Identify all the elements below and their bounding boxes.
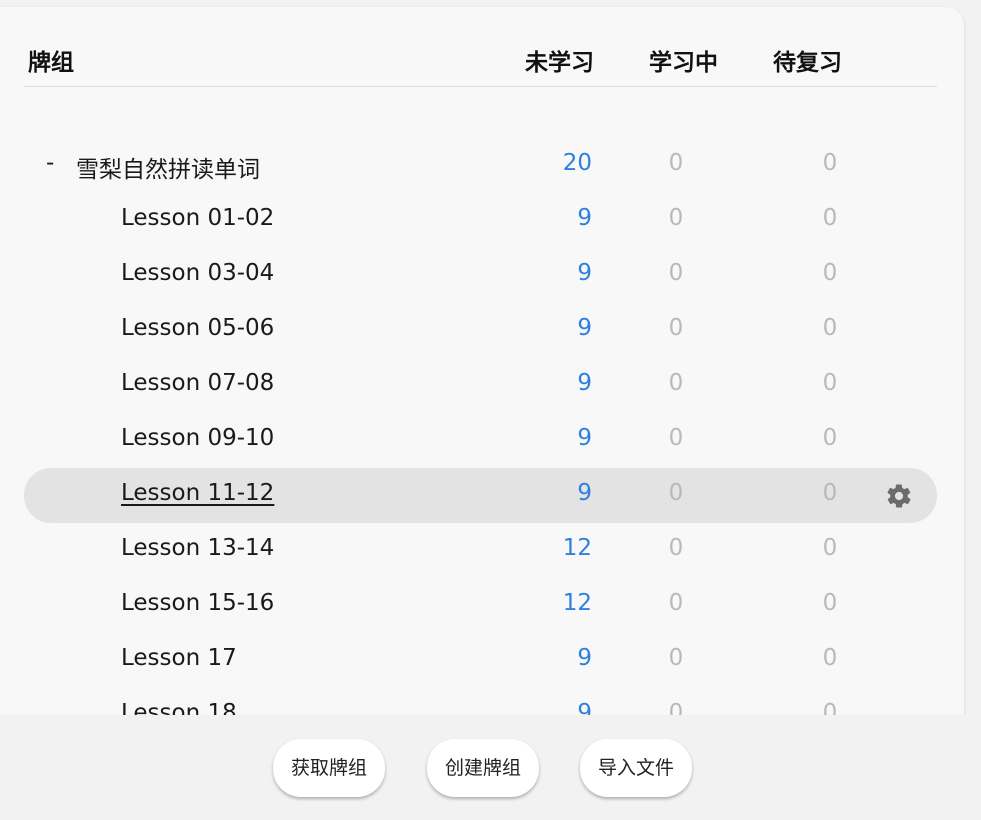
review-count: 0 xyxy=(822,370,838,396)
review-count: 0 xyxy=(822,150,838,176)
deck-row[interactable]: Lesson 03-04 9 0 0 xyxy=(24,248,937,303)
learn-column-header: 学习中 xyxy=(649,50,718,76)
gear-icon[interactable] xyxy=(885,482,913,510)
review-count: 0 xyxy=(822,645,838,671)
deck-column-header: 牌组 xyxy=(28,50,74,76)
new-count: 12 xyxy=(562,590,592,616)
new-count: 9 xyxy=(577,700,592,715)
deck-browser: 牌组 未学习 学习中 待复习 - 雪梨自然拼读单词 20 0 0 Lesson … xyxy=(0,0,981,820)
learn-count: 0 xyxy=(668,315,684,341)
deck-row[interactable]: Lesson 09-10 9 0 0 xyxy=(24,413,937,468)
deck-name[interactable]: Lesson 09-10 xyxy=(121,425,274,451)
new-column-header: 未学习 xyxy=(525,50,594,76)
collapse-toggle[interactable]: - xyxy=(46,150,54,176)
review-column-header: 待复习 xyxy=(773,50,842,76)
learn-count: 0 xyxy=(668,535,684,561)
deck-row[interactable]: Lesson 18 9 0 0 xyxy=(24,688,937,715)
new-count: 9 xyxy=(577,645,592,671)
learn-count: 0 xyxy=(668,645,684,671)
deck-name[interactable]: Lesson 01-02 xyxy=(121,205,274,231)
new-count: 9 xyxy=(577,315,592,341)
deck-name[interactable]: Lesson 13-14 xyxy=(121,535,274,561)
learn-count: 0 xyxy=(668,205,684,231)
import-file-button[interactable]: 导入文件 xyxy=(580,739,693,797)
new-count: 9 xyxy=(577,260,592,286)
deck-name[interactable]: Lesson 03-04 xyxy=(121,260,274,286)
learn-count: 0 xyxy=(668,700,684,715)
learn-count: 0 xyxy=(668,370,684,396)
review-count: 0 xyxy=(822,425,838,451)
review-count: 0 xyxy=(822,315,838,341)
deck-row[interactable]: Lesson 15-16 12 0 0 xyxy=(24,578,937,633)
review-count: 0 xyxy=(822,700,838,715)
deck-row[interactable]: Lesson 01-02 9 0 0 xyxy=(24,193,937,248)
bottom-toolbar: 获取牌组 创建牌组 导入文件 xyxy=(0,715,981,820)
review-count: 0 xyxy=(822,590,838,616)
deck-list-panel: 牌组 未学习 学习中 待复习 - 雪梨自然拼读单词 20 0 0 Lesson … xyxy=(0,7,964,715)
learn-count: 0 xyxy=(668,260,684,286)
new-count: 9 xyxy=(577,425,592,451)
deck-name[interactable]: Lesson 07-08 xyxy=(121,370,274,396)
learn-count: 0 xyxy=(668,150,684,176)
review-count: 0 xyxy=(822,260,838,286)
review-count: 0 xyxy=(822,480,838,506)
learn-count: 0 xyxy=(668,590,684,616)
deck-row[interactable]: - 雪梨自然拼读单词 20 0 0 xyxy=(24,138,937,193)
deck-row[interactable]: Lesson 05-06 9 0 0 xyxy=(24,303,937,358)
get-decks-button[interactable]: 获取牌组 xyxy=(273,739,386,797)
deck-list-header: 牌组 未学习 学习中 待复习 xyxy=(24,37,937,87)
learn-count: 0 xyxy=(668,480,684,506)
new-count: 12 xyxy=(562,535,592,561)
new-count: 20 xyxy=(562,150,592,176)
deck-name[interactable]: Lesson 15-16 xyxy=(121,590,274,616)
deck-rows: - 雪梨自然拼读单词 20 0 0 Lesson 01-02 9 0 0 Les… xyxy=(24,138,937,715)
create-deck-button[interactable]: 创建牌组 xyxy=(427,739,540,797)
new-count: 9 xyxy=(577,370,592,396)
review-count: 0 xyxy=(822,535,838,561)
new-count: 9 xyxy=(577,205,592,231)
deck-name[interactable]: Lesson 18 xyxy=(121,700,237,715)
deck-row[interactable]: Lesson 07-08 9 0 0 xyxy=(24,358,937,413)
deck-name[interactable]: 雪梨自然拼读单词 xyxy=(76,150,260,184)
deck-row[interactable]: Lesson 13-14 12 0 0 xyxy=(24,523,937,578)
deck-name[interactable]: Lesson 11-12 xyxy=(121,480,274,506)
new-count: 9 xyxy=(577,480,592,506)
learn-count: 0 xyxy=(668,425,684,451)
deck-name[interactable]: Lesson 17 xyxy=(121,645,237,671)
deck-name[interactable]: Lesson 05-06 xyxy=(121,315,274,341)
deck-row-selected[interactable]: Lesson 11-12 9 0 0 xyxy=(24,468,937,523)
deck-row[interactable]: Lesson 17 9 0 0 xyxy=(24,633,937,688)
review-count: 0 xyxy=(822,205,838,231)
